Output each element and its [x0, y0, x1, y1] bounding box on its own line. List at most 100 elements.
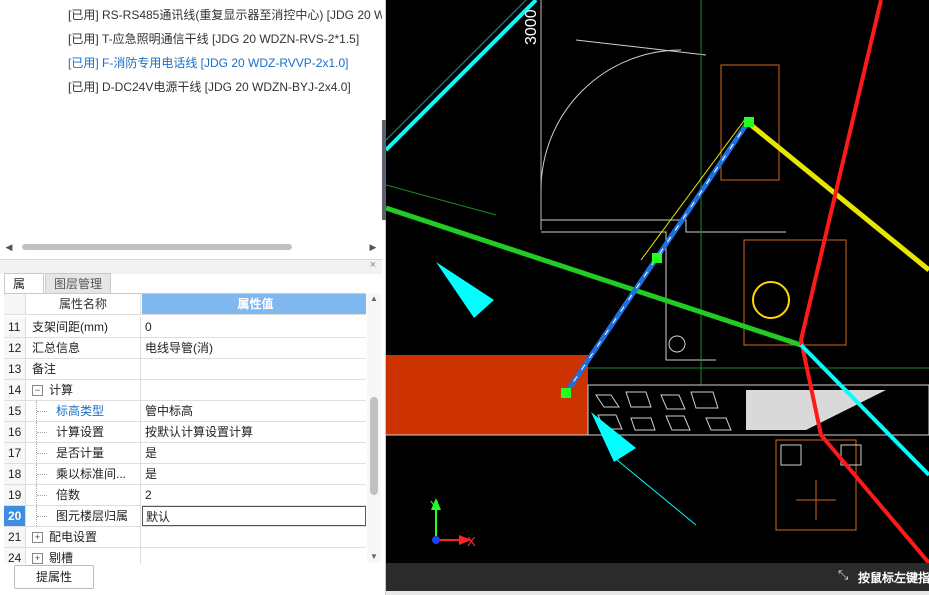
table-row[interactable]: 17 是否计量 是	[4, 443, 366, 464]
property-value	[142, 548, 366, 564]
header-value: 属性值	[142, 294, 366, 314]
expand-icon[interactable]: +	[32, 532, 43, 544]
row-number: 12	[4, 338, 26, 358]
grip-point[interactable]	[744, 117, 754, 127]
horizontal-scroll-thumb[interactable]	[22, 244, 292, 250]
property-group-compute: − 计算	[26, 380, 141, 400]
grip-point[interactable]	[561, 388, 571, 398]
property-value-editor[interactable]: 默认	[142, 506, 366, 526]
grid-line	[386, 184, 497, 216]
yellow-circle	[752, 281, 790, 319]
property-value[interactable]: 是	[142, 443, 366, 463]
property-name: 标高类型	[26, 401, 141, 421]
left-panel: [已用] RS-RS485通讯线(重复显示器至消控中心) [JDG 20 WDZ…	[0, 0, 386, 595]
small-circle	[668, 335, 686, 353]
property-value[interactable]: 管中标高	[142, 401, 366, 421]
scroll-up-icon[interactable]: ▲	[367, 293, 381, 305]
property-value[interactable]	[142, 359, 366, 379]
group-label: 配电设置	[49, 530, 98, 544]
table-row[interactable]: 12 汇总信息 电线导管(消)	[4, 338, 366, 359]
cyan-arrow	[436, 262, 494, 318]
dimension-text: 3000	[523, 9, 540, 45]
bottom-toolbar-strip	[386, 591, 929, 595]
row-number: 18	[4, 464, 26, 484]
tree-item-dc24v[interactable]: [已用] D-DC24V电源干线 [JDG 20 WDZN-BYJ-2x4.0]	[68, 77, 351, 97]
cyan-pipe-line	[386, 0, 538, 152]
property-grid: 属性名称 属性值 11 支架间距(mm) 0 12 汇总信息 电线导管(消) 1…	[4, 293, 366, 564]
cad-drawing: A 3000	[386, 0, 929, 563]
table-row[interactable]: 11 支架间距(mm) 0	[4, 317, 366, 338]
property-name: 乘以标准间...	[26, 464, 141, 484]
table-row[interactable]: 15 标高类型 管中标高	[4, 401, 366, 422]
tree-item-rs485[interactable]: [已用] RS-RS485通讯线(重复显示器至消控中心) [JDG 20 WDZ…	[68, 5, 382, 25]
expand-icon[interactable]: +	[32, 553, 43, 564]
cable-tree: [已用] RS-RS485通讯线(重复显示器至消控中心) [JDG 20 WDZ…	[0, 0, 382, 258]
extract-properties-button[interactable]: 提属性	[14, 565, 94, 589]
table-row[interactable]: 16 计算设置 按默认计算设置计算	[4, 422, 366, 443]
property-group-distribution: + 配电设置	[26, 527, 141, 547]
table-row-selected[interactable]: 20 图元楼层归属 默认	[4, 506, 366, 527]
horizontal-scrollbar[interactable]: ◀ ▶	[4, 240, 378, 254]
row-number: 19	[4, 485, 26, 505]
tab-properties[interactable]: 属性	[4, 273, 44, 311]
vertical-scroll-thumb[interactable]	[370, 397, 378, 495]
group-label: 计算	[49, 383, 74, 397]
table-row[interactable]: 18 乘以标准间... 是	[4, 464, 366, 485]
property-value[interactable]: 2	[142, 485, 366, 505]
row-number: 17	[4, 443, 26, 463]
table-row[interactable]: 14 − 计算	[4, 380, 366, 401]
row-number: 15	[4, 401, 26, 421]
tab-layer-management[interactable]: 图层管理	[45, 273, 111, 293]
panel-header: ×	[0, 259, 382, 274]
table-row[interactable]: 13 备注	[4, 359, 366, 380]
property-value	[142, 527, 366, 547]
arc-line	[540, 49, 682, 191]
tree-item-emergency-lighting[interactable]: [已用] T-应急照明通信干线 [JDG 20 WDZN-RVS-2*1.5]	[68, 29, 359, 49]
vertical-scrollbar[interactable]: ▲ ▼	[367, 293, 381, 563]
property-name: 是否计量	[26, 443, 141, 463]
property-name: 备注	[26, 359, 141, 379]
property-name: 倍数	[26, 485, 141, 505]
ucs-origin	[432, 536, 440, 544]
table-row[interactable]: 24 + 剔槽	[4, 548, 366, 564]
hatched-square	[780, 444, 802, 466]
yellow-pipe	[749, 123, 929, 272]
property-value[interactable]: 0	[142, 317, 366, 337]
scroll-left-icon[interactable]: ◀	[4, 240, 14, 254]
header-name: 属性名称	[26, 294, 141, 314]
close-icon[interactable]: ×	[370, 259, 376, 271]
tree-item-fire-phone[interactable]: [已用] F-消防专用电话线 [JDG 20 WDZ-RVVP-2x1.0]	[68, 53, 348, 73]
grip-point[interactable]	[652, 253, 662, 263]
row-number: 13	[4, 359, 26, 379]
scroll-right-icon[interactable]: ▶	[368, 240, 378, 254]
ucs-y-label: Y	[430, 498, 439, 513]
cyan-guide-line	[610, 454, 697, 526]
property-value[interactable]: 电线导管(消)	[142, 338, 366, 358]
ucs-x-label: X	[467, 534, 476, 549]
cyan-guide-line	[386, 0, 527, 141]
status-bar: ⤡ 按鼠标左键指	[386, 563, 929, 591]
property-name: 支架间距(mm)	[26, 317, 141, 337]
table-row[interactable]: 21 + 配电设置	[4, 527, 366, 548]
wall-block	[386, 355, 588, 435]
row-number: 20	[4, 506, 26, 526]
property-name: 汇总信息	[26, 338, 141, 358]
table-row[interactable]: 19 倍数 2	[4, 485, 366, 506]
white-line	[575, 39, 707, 56]
property-value[interactable]: 是	[142, 464, 366, 484]
row-number: 14	[4, 380, 26, 400]
scroll-down-icon[interactable]: ▼	[367, 551, 381, 563]
property-value	[142, 380, 366, 400]
row-number: 11	[4, 317, 26, 337]
collapse-icon[interactable]: −	[32, 385, 43, 397]
expand-arrows-icon[interactable]: ⤡	[838, 567, 848, 583]
row-number: 16	[4, 422, 26, 442]
property-value[interactable]: 按默认计算设置计算	[142, 422, 366, 442]
status-hint: 按鼠标左键指	[858, 571, 929, 585]
property-group-slot: + 剔槽	[26, 548, 141, 564]
row-number: 24	[4, 548, 26, 564]
property-name: 计算设置	[26, 422, 141, 442]
cad-canvas[interactable]: A 3000	[386, 0, 929, 563]
group-label: 剔槽	[49, 551, 74, 564]
red-pipe	[798, 0, 929, 563]
